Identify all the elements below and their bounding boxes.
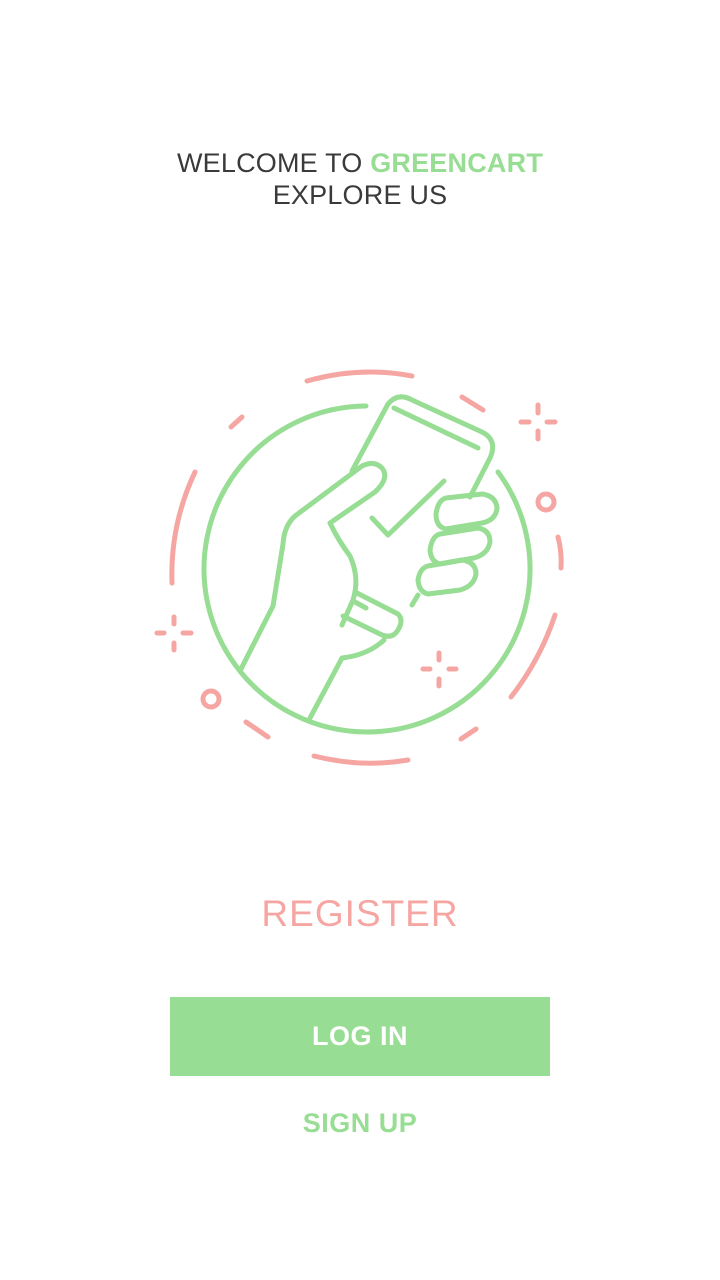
sparkle-left — [154, 614, 194, 653]
outer-ring-arc-bottomleft — [243, 719, 271, 740]
checkmark — [369, 478, 447, 538]
welcome-heading: WELCOME TO GREENCART EXPLORE US — [0, 147, 720, 211]
register-link[interactable]: REGISTER — [0, 893, 720, 935]
palm — [327, 520, 359, 628]
sparkle-top-right — [518, 402, 558, 442]
finger-1 — [433, 491, 500, 532]
outer-ring-arc-right — [555, 534, 564, 571]
phone-top-edge — [391, 405, 481, 451]
outer-ring-arc-bottomright-small — [458, 726, 479, 742]
outer-ring-arc-topright — [459, 394, 486, 413]
welcome-screen: WELCOME TO GREENCART EXPLORE US REGISTER… — [0, 0, 720, 1280]
sparkle-center — [420, 650, 459, 689]
outer-ring-arc-top — [304, 369, 415, 384]
hand-holding-phone-checkmark-icon — [154, 369, 564, 766]
finger-3 — [415, 557, 479, 597]
brand-name: GREENCART — [370, 148, 544, 178]
outer-ring-arc-bottom — [311, 753, 411, 766]
outer-ring-arc-left — [169, 469, 198, 586]
signup-link[interactable]: SIGN UP — [0, 1106, 720, 1140]
thumb — [238, 460, 388, 672]
wrist — [307, 637, 387, 721]
outer-ring-arc-topleft — [228, 414, 245, 430]
inner-circle — [201, 403, 533, 735]
sparkle-dot-left — [200, 688, 222, 710]
welcome-prefix: WELCOME TO — [176, 148, 363, 178]
login-button[interactable]: LOG IN — [170, 997, 550, 1076]
sparkle-dot-right — [535, 491, 557, 513]
welcome-line: WELCOME TO GREENCART — [0, 147, 720, 179]
welcome-subtitle: EXPLORE US — [272, 180, 448, 210]
